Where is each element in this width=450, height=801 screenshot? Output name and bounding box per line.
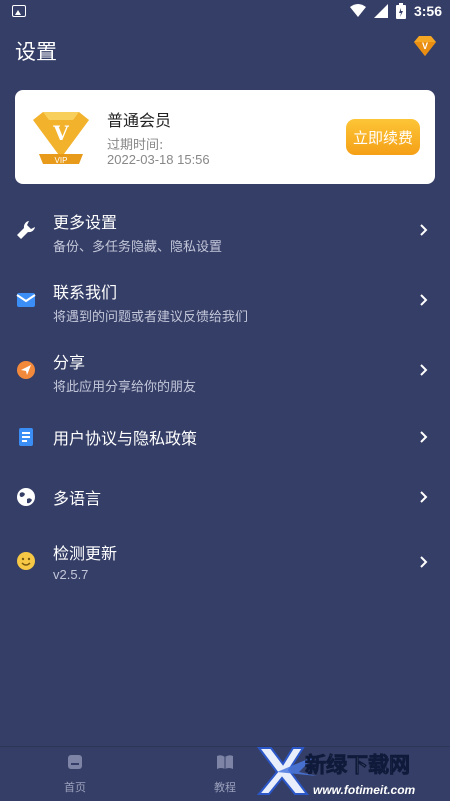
share-icon (17, 361, 35, 379)
wifi-icon (349, 4, 366, 17)
battery-icon (395, 3, 406, 19)
expiry-date: 2022-03-18 15:56 (107, 152, 210, 167)
menu-title: 多语言 (53, 489, 102, 508)
status-bar: 3:56 (0, 0, 450, 24)
menu-title: 用户协议与隐私政策 (53, 429, 198, 448)
svg-text:V: V (422, 41, 428, 51)
menu-title: 更多设置 (53, 213, 118, 232)
chevron-right-icon (420, 224, 428, 236)
globe-icon (17, 488, 35, 506)
nav-label: 首页 (64, 781, 86, 794)
nav-label: 教程 (214, 781, 236, 794)
app-header: 设置 V (0, 24, 450, 74)
vip-membership-card: V VIP 普通会员 过期时间: 2022-03-18 15:56 立即续费 (15, 90, 435, 184)
nav-tutorial[interactable]: 教程 (185, 753, 265, 795)
menu-title: 分享 (53, 353, 86, 372)
chevron-right-icon (420, 431, 428, 443)
chevron-right-icon (420, 491, 428, 503)
watermark-logo: 新绿下载网 www.fotimeit.com (256, 747, 416, 797)
menu-subtitle: 备份、多任务隐藏、隐私设置 (53, 240, 223, 255)
watermark-url: www.fotimeit.com (313, 783, 416, 797)
nav-home[interactable]: 首页 (35, 753, 115, 795)
mail-icon (16, 293, 36, 307)
page-title: 设置 (15, 40, 57, 64)
membership-level: 普通会员 (107, 111, 172, 130)
menu-item-user-agreement[interactable]: 用户协议与隐私政策 (0, 405, 450, 467)
watermark-brand: 新绿下载网 (305, 753, 410, 777)
expiry-label: 过期时间: (107, 138, 164, 153)
vip-badge-icon: V VIP (33, 112, 89, 165)
wrench-icon (17, 221, 35, 239)
menu-subtitle: 将此应用分享给你的朋友 (53, 380, 197, 395)
smiley-icon (17, 552, 35, 570)
renew-button[interactable]: 立即续费 (346, 119, 420, 155)
menu-item-check-update[interactable]: 检测更新 v2.5.7 (0, 529, 450, 599)
vip-diamond-icon[interactable]: V (412, 34, 438, 58)
menu-subtitle: 将遇到的问题或者建议反馈给我们 (53, 310, 249, 325)
document-icon (19, 428, 33, 446)
menu-title: 联系我们 (53, 283, 118, 302)
menu-item-language[interactable]: 多语言 (0, 467, 450, 529)
home-icon (68, 755, 82, 769)
status-icons: 3:56 (349, 3, 442, 19)
signal-icon (373, 4, 388, 18)
vip-badge-text: VIP (55, 156, 68, 165)
menu-title: 检测更新 (53, 544, 118, 563)
menu-item-more-settings[interactable]: 更多设置 备份、多任务隐藏、隐私设置 (0, 195, 450, 265)
clock: 3:56 (413, 3, 442, 19)
chevron-right-icon (420, 364, 428, 376)
menu-item-share[interactable]: 分享 将此应用分享给你的朋友 (0, 335, 450, 405)
chevron-right-icon (420, 294, 428, 306)
version-label: v2.5.7 (53, 567, 89, 582)
gallery-notification-icon (12, 5, 26, 17)
chevron-right-icon (420, 556, 428, 568)
menu-item-contact-us[interactable]: 联系我们 将遇到的问题或者建议反馈给我们 (0, 265, 450, 335)
book-icon (217, 755, 233, 769)
svg-text:V: V (52, 121, 69, 145)
